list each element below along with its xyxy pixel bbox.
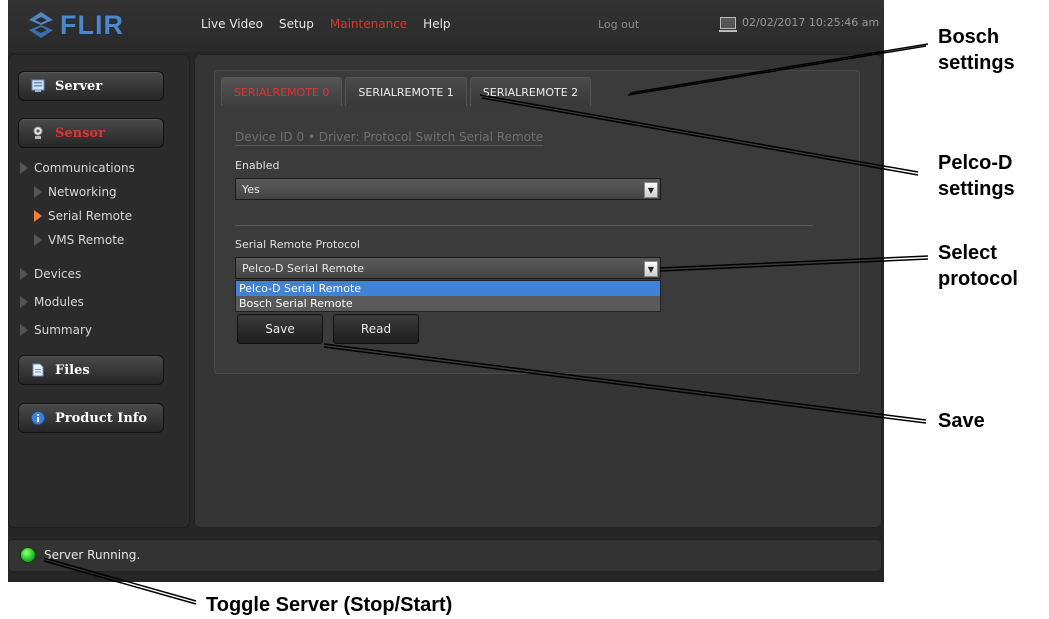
callout-save: Save: [938, 410, 985, 432]
callout-bosch-settings: Bosch settings: [938, 24, 1015, 76]
callout-pelco-line1: Pelco-D: [938, 152, 1013, 174]
callout-select-line2: protocol: [938, 268, 1018, 290]
callout-pelco-line2: settings: [938, 178, 1015, 200]
callout-select-protocol: Select protocol: [938, 240, 1018, 292]
callout-bosch-line2: settings: [938, 52, 1015, 74]
callout-lines: [43, 43, 929, 605]
callout-bosch-line1: Bosch: [938, 26, 1000, 48]
callout-select-line1: Select: [938, 242, 997, 264]
callout-toggle-server: Toggle Server (Stop/Start): [206, 594, 453, 616]
callout-pelco-settings: Pelco-D settings: [938, 150, 1015, 202]
